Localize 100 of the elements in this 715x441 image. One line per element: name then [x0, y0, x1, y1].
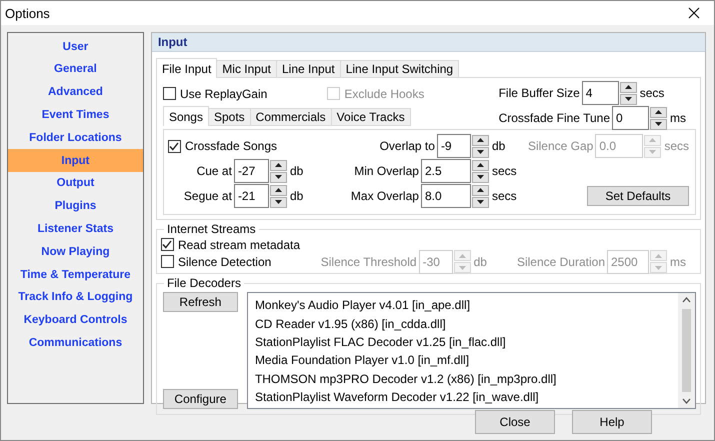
- window-title: Options: [5, 6, 50, 21]
- number-field[interactable]: 2.5: [420, 159, 471, 184]
- up-triangle-icon: [655, 254, 662, 258]
- tab[interactable]: Songs: [162, 106, 209, 126]
- sidebar-item[interactable]: Output: [8, 172, 143, 195]
- down-triangle-icon: [655, 266, 662, 270]
- list-item[interactable]: Media Foundation Player v1.0 [in_mf.dll]: [254, 351, 678, 370]
- list-item[interactable]: THOMSON mp3PRO Decoder v1.2 (x86) [in_mp3pro.dll]: [254, 369, 678, 388]
- sidebar-item[interactable]: Time & Temperature: [8, 263, 143, 286]
- chevron-up-icon: [682, 297, 691, 304]
- unit-label: db: [472, 254, 487, 269]
- number-field[interactable]: 4: [582, 81, 619, 106]
- field-label: Silence Gap: [528, 139, 594, 154]
- chevron-down-icon: [682, 398, 691, 404]
- field-label: Silence Threshold: [320, 254, 418, 269]
- spin-up-button[interactable]: [472, 160, 489, 171]
- sidebar-item[interactable]: Folder Locations: [8, 126, 143, 150]
- scrollbar-thumb[interactable]: [682, 309, 691, 392]
- up-triangle-icon: [274, 188, 282, 192]
- checkmark-icon: [162, 240, 172, 250]
- down-triangle-icon: [458, 266, 466, 270]
- footer-button[interactable]: Help: [572, 410, 652, 434]
- field-label: Max Overlap: [350, 189, 420, 204]
- tab[interactable]: Mic Input: [216, 60, 277, 78]
- panel-header: Input: [152, 33, 705, 52]
- sidebar-item[interactable]: Keyboard Controls: [8, 308, 143, 332]
- field-label: Silence Duration: [516, 254, 606, 269]
- footer-button[interactable]: Close: [475, 410, 555, 434]
- sidebar-item[interactable]: User: [8, 35, 143, 58]
- spin-up-button[interactable]: [620, 82, 637, 93]
- spin-up-button[interactable]: [270, 160, 287, 171]
- spin-down-button[interactable]: [472, 196, 489, 208]
- decoder-button[interactable]: Configure: [162, 389, 238, 410]
- unit-label: secs: [663, 139, 689, 154]
- sidebar-item[interactable]: Advanced: [8, 80, 143, 104]
- spin-up-button[interactable]: [650, 106, 667, 118]
- up-triangle-icon: [649, 138, 656, 142]
- spin-down-button[interactable]: [650, 118, 667, 130]
- sidebar-item[interactable]: Now Playing: [8, 240, 143, 264]
- down-triangle-icon: [476, 200, 484, 204]
- decoder-button[interactable]: Refresh: [162, 292, 238, 312]
- unit-label: secs: [490, 189, 518, 204]
- field-label: Overlap to: [380, 139, 436, 154]
- tab[interactable]: Line Input: [276, 60, 341, 78]
- spin-down-button[interactable]: [472, 146, 489, 158]
- sidebar-item[interactable]: Plugins: [8, 194, 143, 218]
- sidebar-item[interactable]: Input: [8, 149, 143, 172]
- checkmark-icon: [169, 142, 180, 151]
- checkbox[interactable]: Use ReplayGain: [162, 85, 268, 102]
- spin-down-button[interactable]: [270, 172, 287, 183]
- up-triangle-icon: [624, 85, 632, 90]
- number-field[interactable]: 0: [612, 106, 649, 130]
- set-defaults-button[interactable]: Set Defaults: [587, 186, 689, 206]
- unit-label: secs: [638, 86, 664, 100]
- number-field[interactable]: -9: [436, 134, 471, 158]
- spin-up-button[interactable]: [472, 184, 489, 196]
- spin-down-button[interactable]: [270, 196, 287, 208]
- list-item[interactable]: StationPlaylist FLAC Decoder v1.25 [in_flac.dll]: [254, 332, 678, 352]
- number-field[interactable]: -27: [234, 159, 269, 184]
- unit-label: ms: [669, 254, 686, 269]
- checkbox[interactable]: Crossfade Songs: [168, 138, 277, 155]
- unit-label: db: [288, 164, 304, 178]
- close-icon[interactable]: [688, 7, 700, 20]
- spin-up-button[interactable]: [472, 134, 489, 146]
- group-title: File Decoders: [166, 276, 242, 290]
- tab[interactable]: Commercials: [250, 108, 332, 126]
- field-label: Segue at: [184, 189, 233, 204]
- tab[interactable]: Voice Tracks: [330, 108, 411, 126]
- field-label: Min Overlap: [354, 164, 420, 178]
- tab[interactable]: Spots: [208, 108, 251, 126]
- sidebar-item[interactable]: Communications: [8, 332, 143, 354]
- unit-label: db: [490, 139, 506, 154]
- scrollbar[interactable]: [678, 293, 695, 408]
- spin-down-button[interactable]: [472, 172, 489, 183]
- checkbox[interactable]: Silence Detection: [160, 253, 272, 270]
- number-field[interactable]: 8.0: [420, 184, 471, 208]
- list-item[interactable]: StationPlaylist Waveform Decoder v1.22 [in_wave.dll]: [254, 388, 678, 406]
- checkbox[interactable]: Read stream metadata: [160, 236, 300, 254]
- up-triangle-icon: [476, 188, 484, 192]
- down-triangle-icon: [476, 175, 484, 180]
- down-triangle-icon: [274, 175, 282, 180]
- tab[interactable]: File Input: [156, 58, 218, 78]
- spin-up-button[interactable]: [270, 184, 287, 196]
- number-field[interactable]: -21: [234, 184, 269, 208]
- tab[interactable]: Line Input Switching: [340, 60, 460, 78]
- sidebar-item[interactable]: General: [8, 58, 143, 81]
- unit-label: db: [288, 189, 304, 204]
- up-triangle-icon: [458, 254, 466, 258]
- up-triangle-icon: [476, 163, 484, 168]
- list-item[interactable]: Monkey's Audio Player v4.01 [in_ape.dll]: [254, 296, 678, 314]
- down-triangle-icon: [476, 150, 484, 154]
- up-triangle-icon: [655, 110, 662, 114]
- unit-label: ms: [669, 111, 687, 126]
- list-item[interactable]: CD Reader v1.95 (x86) [in_cdda.dll]: [254, 314, 678, 333]
- sidebar-item[interactable]: Track Info & Logging: [8, 286, 143, 309]
- up-triangle-icon: [476, 138, 484, 142]
- spin-down-button[interactable]: [620, 94, 637, 105]
- sidebar-item[interactable]: Event Times: [8, 104, 143, 126]
- sidebar-item[interactable]: Listener Stats: [8, 218, 143, 240]
- field-label: Cue at: [196, 164, 233, 178]
